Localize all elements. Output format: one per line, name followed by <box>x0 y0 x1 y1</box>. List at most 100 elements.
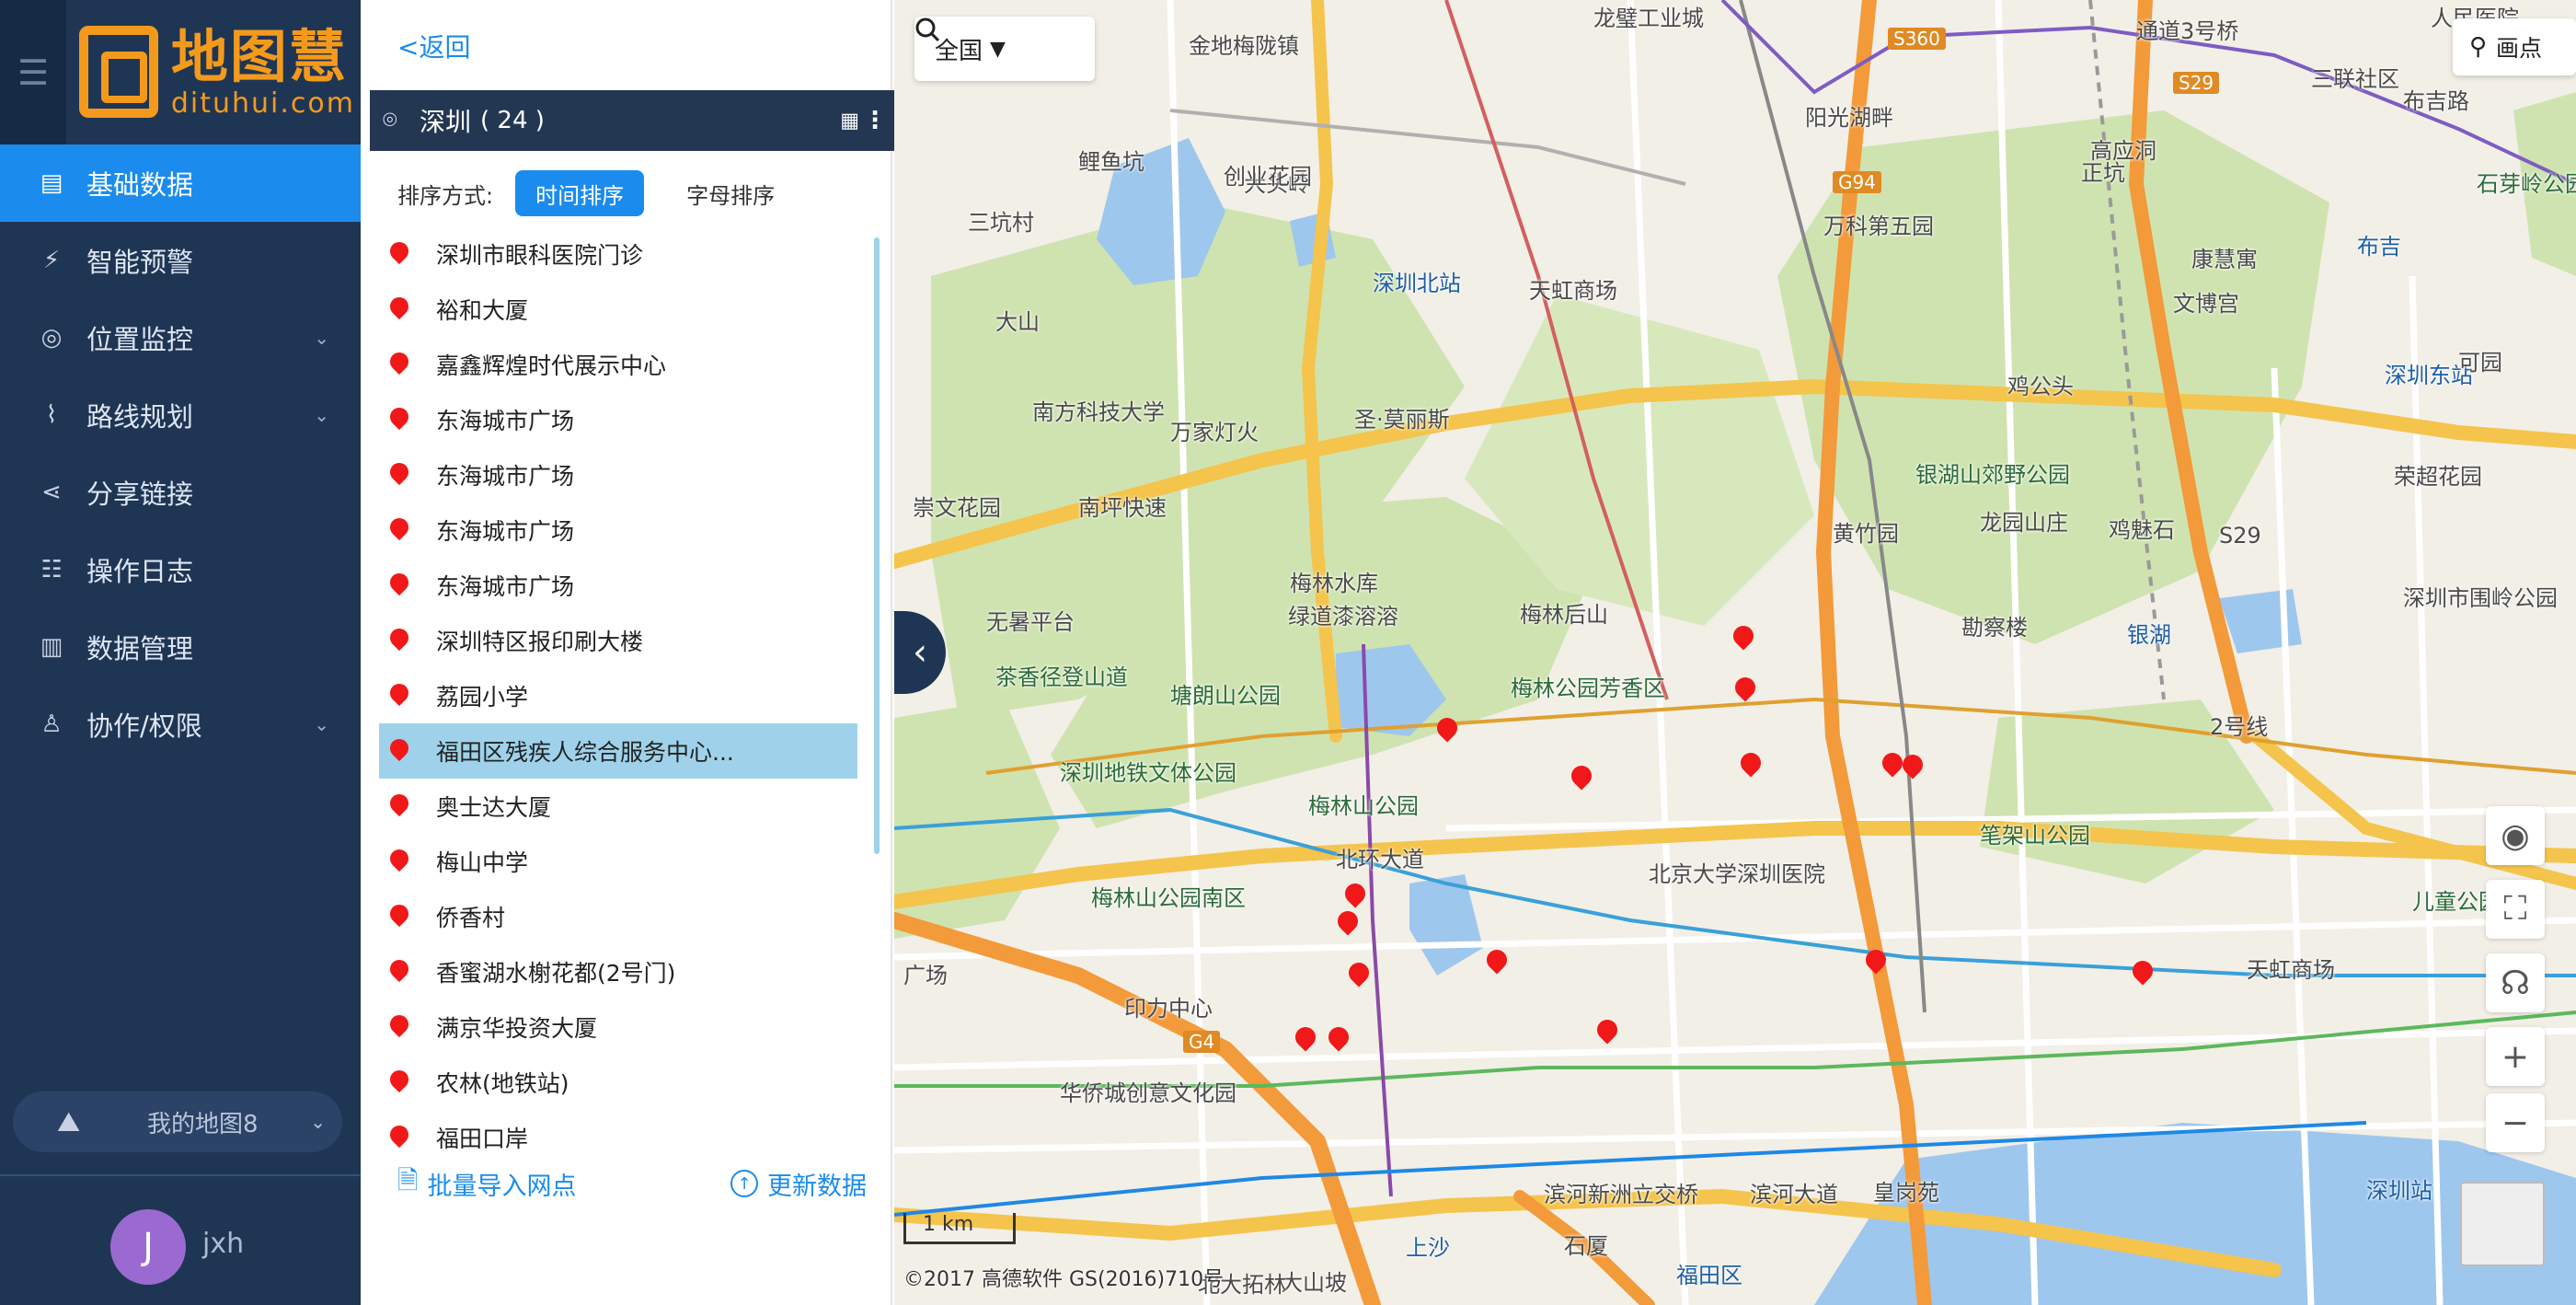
avatar[interactable]: J <box>110 1209 186 1285</box>
grid-view-icon[interactable]: ▦ <box>840 110 859 133</box>
list-item[interactable]: 侨香村 <box>379 889 857 944</box>
map-label: 绿道漆溶溶 <box>1288 604 1398 629</box>
my-map-label: 我的地图8 <box>147 1110 259 1138</box>
map-label: 梅林山公园 <box>1308 793 1419 819</box>
list-item[interactable]: 奥士达大厦 <box>379 779 857 834</box>
map-marker[interactable] <box>1903 755 1923 784</box>
map-canvas[interactable]: 龙璧工业城金地梅陇镇S360通道3号桥人民医院三联社区布吉路阳光湖畔大头岭创业花… <box>894 0 2576 1305</box>
map-marker[interactable] <box>1437 718 1457 747</box>
map-marker[interactable] <box>1571 766 1592 795</box>
list-item[interactable]: 福田口岸 <box>379 1110 857 1165</box>
map-marker[interactable] <box>1345 883 1365 913</box>
map-label: 文博宫 <box>2173 291 2239 317</box>
menu-item-7[interactable]: ♙ 协作/权限 ⌄ <box>0 686 361 763</box>
user-permission-icon: ♙ <box>40 710 63 738</box>
list-item[interactable]: 裕和大厦 <box>379 282 857 337</box>
region-search-box[interactable]: 全国 ▼ <box>914 17 1095 81</box>
list-item[interactable]: 满京华投资大厦 <box>379 999 857 1055</box>
menu-item-3[interactable]: ⌇ 路线规划 ⌄ <box>0 376 361 454</box>
map-marker[interactable] <box>1882 753 1903 782</box>
map-marker[interactable] <box>1741 753 1761 782</box>
map-marker[interactable] <box>1597 1020 1617 1049</box>
list-item[interactable]: 东海城市广场 <box>379 392 857 447</box>
headset-icon[interactable]: ☊ <box>2486 953 2545 1012</box>
caret-down-icon[interactable]: ▼ <box>990 38 1006 61</box>
menu-item-2[interactable]: ◎ 位置监控 ⌄ <box>0 299 361 376</box>
scale-bar: 1 km <box>903 1213 1016 1244</box>
zoom-in-button[interactable]: + <box>2486 1027 2545 1086</box>
sort-by-alpha-button[interactable]: 字母排序 <box>666 170 795 216</box>
more-options-icon[interactable]: ⋮ <box>863 107 887 134</box>
sort-bar: 排序方式: 时间排序 字母排序 <box>397 169 795 217</box>
map-marker[interactable] <box>1735 677 1755 707</box>
map-marker[interactable] <box>1866 950 1886 979</box>
map-marker[interactable] <box>1733 626 1754 655</box>
region-selector[interactable]: 全国 <box>935 32 983 66</box>
list-item[interactable]: 香蜜湖水榭花都(2号门) <box>379 944 857 999</box>
list-item[interactable]: 农林(地铁站) <box>379 1055 857 1110</box>
list-item[interactable]: 梅山中学 <box>379 834 857 889</box>
point-count: ( 24 ) <box>480 107 545 134</box>
draw-point-button[interactable]: ⚲ 画点 <box>2453 18 2576 75</box>
city-name: 深圳 <box>420 107 472 137</box>
update-data-link[interactable]: ↑ 更新数据 <box>730 1166 867 1202</box>
map-label: S360 <box>1888 28 1946 50</box>
map-marker[interactable] <box>1295 1027 1316 1057</box>
list-item-label: 裕和大厦 <box>436 297 529 324</box>
sort-by-time-button[interactable]: 时间排序 <box>515 170 645 216</box>
list-item[interactable]: 嘉鑫辉煌时代展示中心 <box>379 337 857 392</box>
list-item[interactable]: 深圳市眼科医院门诊 <box>379 226 857 282</box>
list-item[interactable]: 东海城市广场 <box>379 502 857 558</box>
map-label: 天虹商场 <box>1529 278 1617 304</box>
search-icon[interactable] <box>914 17 940 42</box>
map-label: 石厦 <box>1564 1233 1608 1259</box>
chevron-down-icon: ⌄ <box>314 404 329 426</box>
list-item[interactable]: 东海城市广场 <box>379 558 857 613</box>
map-label: 上沙 <box>1406 1235 1450 1261</box>
menu-toggle-icon[interactable]: ☰ <box>0 0 66 144</box>
red-pin-icon <box>390 960 408 984</box>
map-label: 南坪快速 <box>1078 495 1167 521</box>
logo-mark <box>79 26 158 118</box>
map-marker[interactable] <box>1338 911 1358 941</box>
my-map-selector[interactable]: ⛰ 我的地图8 ⌄ <box>13 1091 342 1152</box>
list-item[interactable]: 福田区残疾人综合服务中心... <box>379 723 857 779</box>
logo-chinese-text: 地图慧 <box>170 23 348 90</box>
eye-icon[interactable]: ◉ <box>2486 806 2545 865</box>
map-marker[interactable] <box>1487 950 1507 979</box>
overview-minimap[interactable] <box>2460 1182 2545 1266</box>
menu-item-4[interactable]: ⋖ 分享链接 <box>0 454 361 531</box>
map-label: 北京大学深圳医院 <box>1649 861 1825 887</box>
map-marker[interactable] <box>1349 963 1369 992</box>
list-item-label: 东海城市广场 <box>436 463 575 490</box>
list-item-label: 梅山中学 <box>436 849 529 876</box>
menu-item-0[interactable]: ▤ 基础数据 <box>0 144 361 222</box>
street-view-icon[interactable]: ⛶ <box>2486 880 2545 939</box>
map-label: 梅林水库 <box>1290 571 1378 596</box>
batch-import-link[interactable]: 批量导入网点 <box>428 1166 577 1202</box>
chevron-down-icon: ⌄ <box>314 713 329 735</box>
list-item[interactable]: 荔园小学 <box>379 668 857 723</box>
scrollbar[interactable] <box>874 237 880 854</box>
upload-icon: ↑ <box>730 1170 758 1197</box>
menu-item-1[interactable]: ⚡ 智能预警 <box>0 222 361 299</box>
back-link[interactable]: <返回 <box>397 28 470 64</box>
import-file-icon[interactable]: 🗎 <box>397 1161 419 1206</box>
menu-item-5[interactable]: ☷ 操作日志 <box>0 531 361 608</box>
menu-item-6[interactable]: ▥ 数据管理 <box>0 608 361 686</box>
map-marker[interactable] <box>2133 961 2153 990</box>
map-label: 梅林公园芳香区 <box>1511 676 1665 701</box>
logo[interactable]: 地图慧 dituhui.com <box>79 20 355 123</box>
zoom-out-button[interactable]: − <box>2486 1093 2545 1152</box>
red-pin-icon <box>390 1126 408 1149</box>
logo-english-text: dituhui.com <box>170 87 355 120</box>
map-label: 石芽岭公园 <box>2477 171 2576 197</box>
user-name[interactable]: jxh <box>202 1228 244 1260</box>
map-label: 印力中心 <box>1124 996 1213 1022</box>
map-label: 布吉 <box>2357 234 2401 260</box>
list-item[interactable]: 东海城市广场 <box>379 447 857 502</box>
main-menu: ▤ 基础数据 ⚡ 智能预警 ◎ 位置监控 ⌄ ⌇ 路线规划 ⌄ ⋖ 分享链接 ☷ 操作日志 ▥ 数据管理 ♙ 协作… <box>0 144 361 763</box>
panel-footer: 🗎 批量导入网点 ↑ 更新数据 <box>397 1163 867 1204</box>
map-marker[interactable] <box>1328 1027 1349 1057</box>
list-item[interactable]: 深圳特区报印刷大楼 <box>379 613 857 668</box>
